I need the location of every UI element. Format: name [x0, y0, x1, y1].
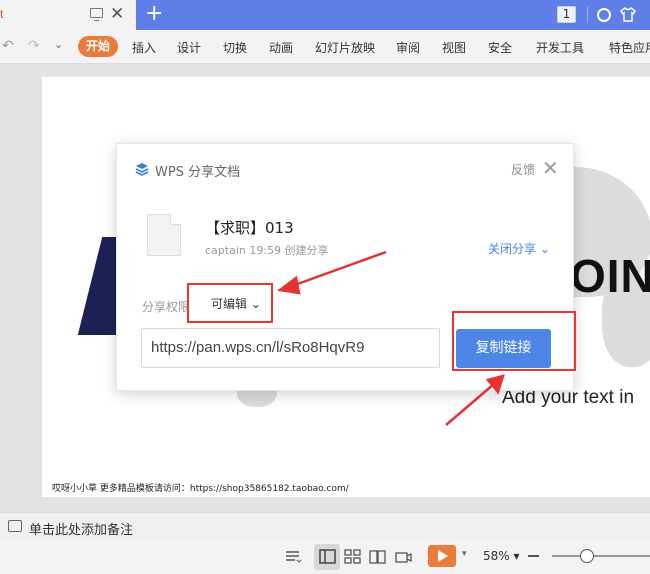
menu-tab-home[interactable]: 开始	[78, 36, 118, 57]
share-permission-label: 分享权限	[142, 300, 191, 314]
zoom-slider-thumb[interactable]	[580, 549, 594, 563]
menu-tab-view[interactable]: 视图	[442, 39, 466, 56]
annotation-highlight-permission	[187, 283, 273, 323]
feedback-link[interactable]: 反馈	[511, 161, 535, 178]
window-mode-icon[interactable]	[90, 8, 103, 21]
quick-access-dropdown[interactable]: ⌄	[54, 38, 63, 51]
align-menu-icon[interactable]	[285, 549, 302, 564]
titlebar-divider	[587, 7, 588, 23]
chevron-down-icon: ⌄	[539, 242, 550, 256]
slide-heading-text[interactable]: OINT	[570, 249, 650, 303]
document-tab-label: t	[0, 7, 4, 21]
annotation-highlight-copy-button	[452, 311, 576, 371]
menu-tab-developer[interactable]: 开发工具	[536, 39, 584, 56]
reading-view-icon[interactable]	[369, 549, 386, 564]
close-tab-button[interactable]: ✕	[110, 4, 124, 24]
menu-tab-security[interactable]: 安全	[488, 39, 512, 56]
share-icon[interactable]	[597, 8, 611, 22]
chevron-down-icon: ▾	[513, 549, 520, 563]
menu-tab-animation[interactable]: 动画	[269, 39, 293, 56]
notes-comment-icon	[8, 520, 22, 532]
window-count-badge[interactable]: 1	[557, 6, 576, 23]
play-slideshow-button[interactable]	[428, 545, 456, 567]
menu-tab-review[interactable]: 审阅	[396, 39, 420, 56]
normal-view-icon[interactable]	[319, 549, 336, 564]
slide-footer-text[interactable]: 哎呀小小草 更多精品模板请访问：https://shop35865182.tao…	[52, 481, 349, 494]
menu-tab-features[interactable]: 特色应用	[609, 39, 650, 56]
slide-sorter-view-icon[interactable]	[344, 549, 361, 564]
title-bar: t ✕ + 1	[0, 0, 650, 30]
zoom-level[interactable]: 58% ▾	[483, 549, 520, 563]
close-share-dropdown[interactable]: 关闭分享 ⌄	[488, 240, 550, 257]
status-bar: ▾ 58% ▾	[0, 540, 650, 574]
share-link-field[interactable]: https://pan.wps.cn/l/sRo8HqvR9	[141, 328, 440, 368]
shared-file-meta: captain 19:59 创建分享	[205, 244, 329, 257]
notes-placeholder[interactable]: 单击此处添加备注	[29, 519, 133, 538]
shared-file-name: 【求职】013	[205, 219, 294, 237]
skin-shirt-icon[interactable]	[620, 7, 636, 22]
menu-tab-transition[interactable]: 切换	[223, 39, 247, 56]
dialog-title: WPS 分享文档	[155, 165, 241, 180]
undo-button[interactable]: ↶	[2, 38, 14, 54]
zoom-out-button[interactable]	[528, 555, 539, 557]
presenter-view-icon[interactable]	[395, 549, 412, 564]
zoom-slider-track[interactable]	[552, 555, 650, 557]
notes-bar[interactable]: 单击此处添加备注	[0, 512, 650, 540]
document-tab[interactable]: t ✕	[0, 0, 136, 30]
menu-tab-insert[interactable]: 插入	[132, 39, 156, 56]
menu-tab-slideshow[interactable]: 幻灯片放映	[315, 39, 375, 56]
ribbon-menu-bar: ↶ ↷ ⌄ 开始 插入 设计 切换 动画 幻灯片放映 审阅 视图 安全 开发工具…	[0, 30, 650, 64]
new-tab-button[interactable]: +	[145, 1, 163, 27]
zoom-value: 58%	[483, 549, 510, 563]
file-document-icon	[147, 214, 181, 256]
close-share-label: 关闭分享	[488, 242, 537, 256]
wps-cloud-logo-icon	[135, 163, 149, 176]
dialog-close-button[interactable]: ✕	[542, 156, 559, 180]
menu-tab-design[interactable]: 设计	[177, 39, 201, 56]
redo-button[interactable]: ↷	[28, 38, 40, 54]
play-options-dropdown[interactable]: ▾	[462, 549, 467, 559]
